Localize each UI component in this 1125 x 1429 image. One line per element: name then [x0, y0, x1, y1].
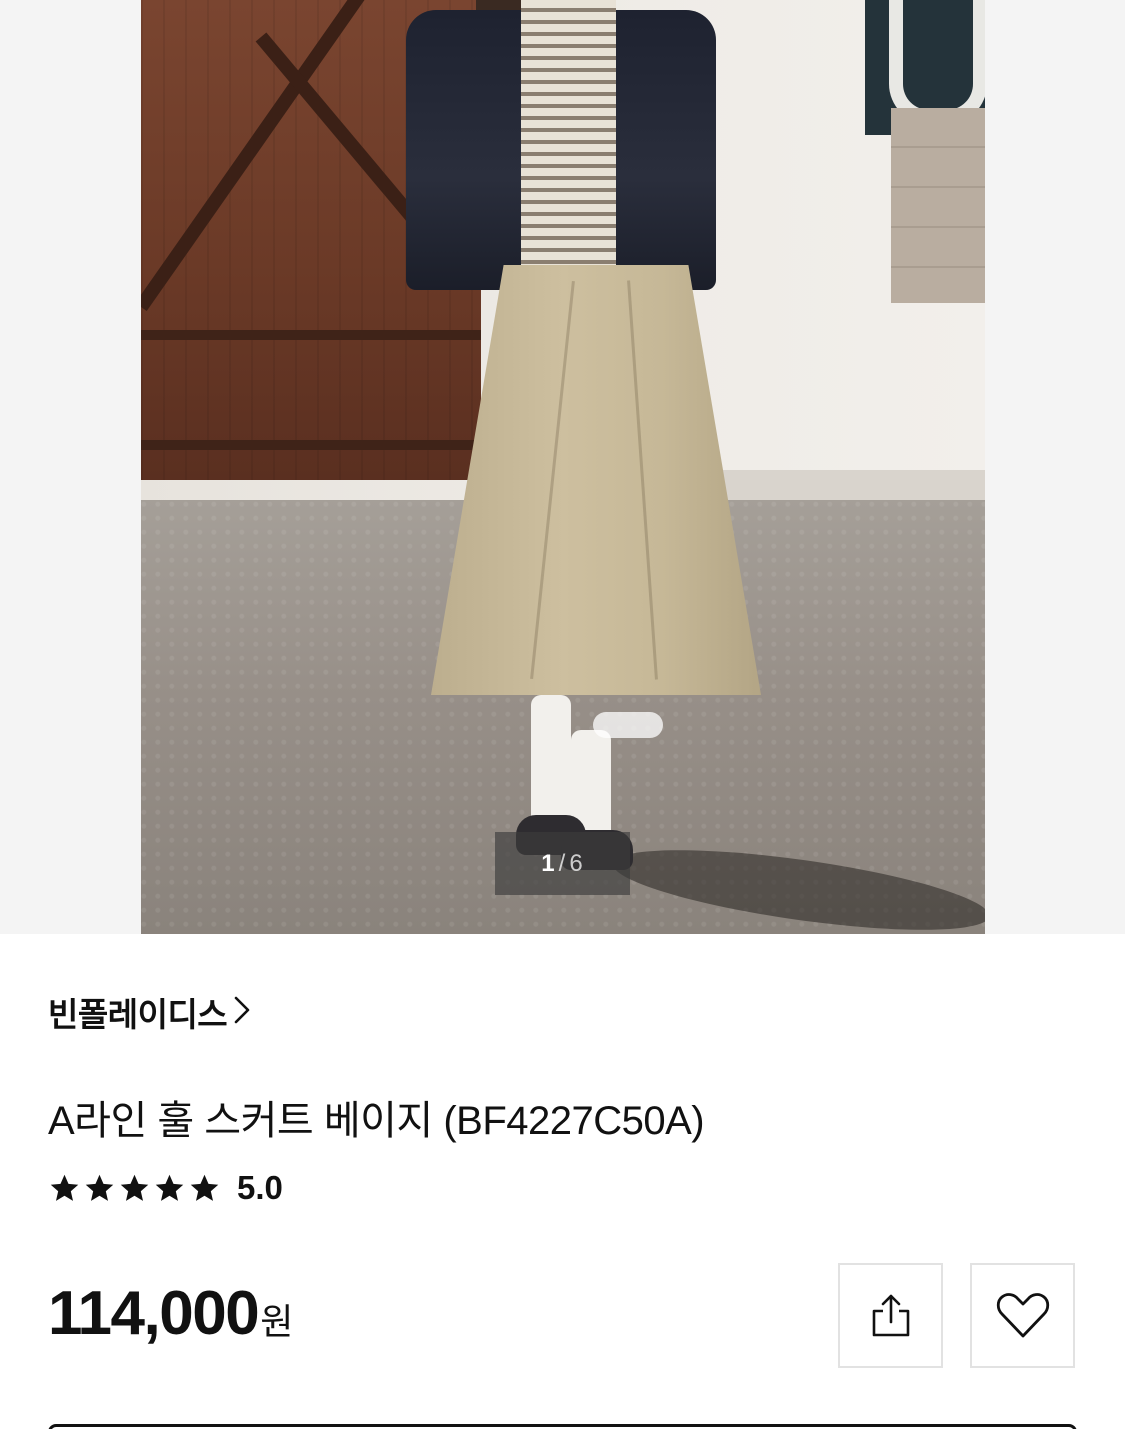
wishlist-button[interactable] [970, 1263, 1075, 1368]
product-detail-page: 1 / 6 빈폴레이디스 A라인 훌 스커트 베이지 (BF4227C50A) … [0, 0, 1125, 1429]
photo-plank [891, 108, 985, 303]
star-icon [85, 1174, 114, 1201]
bottom-action-bar-edge[interactable] [48, 1424, 1077, 1429]
product-price: 114,000 원 [48, 1278, 293, 1358]
price-unit: 원 [260, 1301, 294, 1342]
photo-highlight [593, 712, 663, 738]
rating-value: 5.0 [237, 1169, 283, 1206]
model-striped-top [521, 0, 616, 265]
rating-stars [48, 1172, 221, 1205]
image-counter-current: 1 [541, 849, 556, 877]
image-counter-separator: / [558, 849, 567, 877]
heart-icon [996, 1292, 1049, 1337]
star-icon [120, 1174, 149, 1201]
star-icon [155, 1174, 184, 1201]
brand-link[interactable]: 빈폴레이디스 [48, 990, 251, 1034]
star-icon [50, 1174, 79, 1201]
photo-door-rail [141, 440, 481, 450]
chevron-right-icon [233, 995, 251, 1030]
image-counter: 1 / 6 [495, 832, 630, 895]
share-icon [872, 1294, 909, 1336]
brand-name: 빈폴레이디스 [48, 996, 228, 1033]
star-icon [190, 1174, 219, 1201]
image-counter-total: 6 [569, 849, 584, 877]
product-rating[interactable]: 5.0 [48, 1166, 283, 1210]
product-image-gallery[interactable]: 1 / 6 [0, 0, 1125, 934]
model-sock [531, 695, 571, 825]
price-amount: 114,000 [48, 1279, 260, 1348]
share-button[interactable] [838, 1263, 943, 1368]
product-title: A라인 훌 스커트 베이지 (BF4227C50A) [48, 1099, 705, 1143]
product-photo[interactable] [141, 0, 985, 934]
photo-door-rail [141, 330, 481, 340]
